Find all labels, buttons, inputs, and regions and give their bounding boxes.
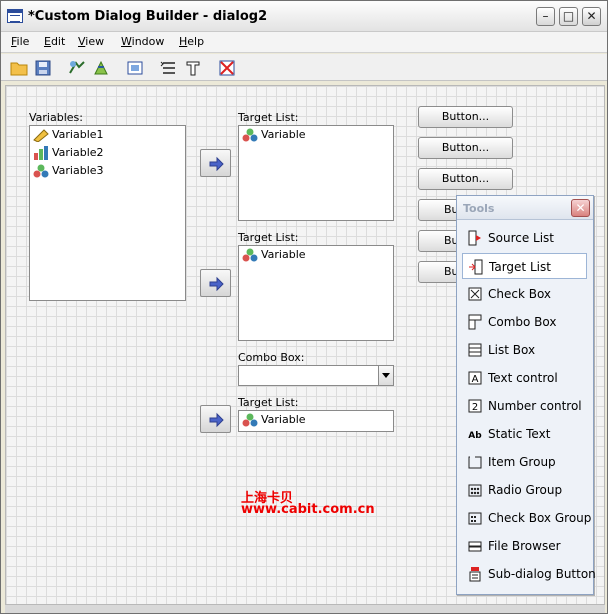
tool-check-box-group[interactable]: Check Box Group	[462, 505, 591, 531]
tool-source-list[interactable]: Source List	[462, 225, 587, 251]
menu-file[interactable]: File	[11, 35, 29, 48]
tool-text-control[interactable]: A Text control	[462, 365, 587, 391]
title-bar[interactable]: *Custom Dialog Builder - dialog2 – □ ✕	[1, 1, 607, 32]
tool-target-list[interactable]: Target List	[462, 253, 587, 279]
text-control-icon: A	[468, 371, 482, 385]
bar-icon	[34, 146, 48, 160]
push-button-1[interactable]: Button...	[418, 106, 513, 128]
menu-edit[interactable]: Edit	[44, 35, 65, 48]
tool-icon[interactable]	[184, 59, 202, 77]
variables-label: Variables:	[29, 111, 83, 124]
tools-palette: Tools ✕ Source List Target List Check Bo…	[456, 195, 596, 595]
tool-radio-group[interactable]: Radio Group	[462, 477, 587, 503]
target-list-3-label: Target List:	[238, 396, 299, 409]
move-to-target-1-button[interactable]	[200, 149, 231, 177]
push-button-3[interactable]: Button...	[418, 168, 513, 190]
nominal-icon	[242, 128, 258, 142]
menu-help[interactable]: Help	[179, 35, 204, 48]
app-icon	[7, 9, 23, 23]
static-text-icon: Ab	[468, 431, 482, 441]
variables-list[interactable]: Variable1 Variable2 Variable3	[29, 125, 186, 301]
close-dialog-icon[interactable]	[218, 59, 236, 77]
tools-header[interactable]: Tools ✕	[457, 196, 593, 220]
toolbar	[1, 54, 607, 81]
close-icon[interactable]: ✕	[571, 199, 590, 217]
open-folder-icon[interactable]	[10, 59, 28, 77]
number-control-icon: 2	[468, 399, 482, 413]
tool-list-box[interactable]: List Box	[462, 337, 587, 363]
preview-icon[interactable]	[68, 59, 86, 77]
list-item[interactable]: Variable3	[30, 162, 185, 180]
save-icon[interactable]	[34, 59, 52, 77]
target-list-2[interactable]: Variable	[238, 245, 394, 341]
right-arrow-icon	[209, 156, 224, 172]
properties-icon[interactable]	[126, 59, 144, 77]
status-bar	[5, 605, 605, 613]
minimize-button[interactable]: –	[536, 7, 555, 26]
sub-dialog-button-icon	[469, 567, 481, 582]
target-list-1[interactable]: Variable	[238, 125, 394, 221]
file-browser-icon	[468, 541, 482, 552]
check-box-icon	[468, 287, 482, 301]
list-item[interactable]: Variable2	[30, 144, 185, 162]
close-button[interactable]: ✕	[582, 7, 601, 26]
menu-window[interactable]: Window	[121, 35, 164, 48]
combo-box-label: Combo Box:	[238, 351, 305, 364]
combo-box[interactable]	[238, 365, 394, 386]
move-to-target-3-button[interactable]	[200, 405, 231, 433]
tool-sub-dialog-button[interactable]: Sub-dialog Button	[462, 561, 596, 587]
maximize-button[interactable]: □	[559, 7, 578, 26]
tools-title: Tools	[463, 202, 495, 215]
nominal-icon	[242, 248, 258, 262]
list-box-icon	[468, 343, 482, 357]
move-to-target-2-button[interactable]	[200, 269, 231, 297]
tool-check-box[interactable]: Check Box	[462, 281, 587, 307]
tool-file-browser[interactable]: File Browser	[462, 533, 587, 559]
list-item[interactable]: Variable1	[30, 126, 185, 144]
nominal-icon	[242, 413, 258, 427]
ruler-icon	[33, 129, 49, 142]
chevron-down-icon[interactable]	[378, 366, 393, 385]
item-group-icon	[468, 455, 482, 469]
check-box-group-icon	[468, 512, 482, 525]
tool-item-group[interactable]: Item Group	[462, 449, 587, 475]
svg-text:Ab: Ab	[468, 431, 482, 441]
target-list-3[interactable]: Variable	[238, 410, 394, 432]
menu-view[interactable]: View	[78, 35, 104, 48]
source-list-icon	[468, 230, 481, 246]
combo-box-icon	[468, 314, 482, 330]
tab-order-icon[interactable]	[160, 59, 178, 77]
list-item[interactable]: Variable	[239, 246, 393, 264]
push-button-2[interactable]: Button...	[418, 137, 513, 159]
watermark-url: www.cabit.com.cn	[241, 502, 375, 517]
radio-group-icon	[468, 484, 482, 497]
right-arrow-icon	[209, 412, 224, 428]
svg-text:A: A	[472, 374, 479, 385]
target-list-2-label: Target List:	[238, 231, 299, 244]
tool-combo-box[interactable]: Combo Box	[462, 309, 587, 335]
menu-bar: File Edit View Window Help	[1, 32, 607, 53]
tool-number-control[interactable]: 2 Number control	[462, 393, 587, 419]
nominal-icon	[33, 164, 49, 178]
list-item[interactable]: Variable	[239, 126, 393, 144]
list-item[interactable]: Variable	[239, 411, 393, 429]
svg-text:2: 2	[472, 402, 478, 413]
custom-dialog-builder-window: *Custom Dialog Builder - dialog2 – □ ✕ F…	[0, 0, 608, 614]
right-arrow-icon	[209, 276, 224, 292]
target-list-1-label: Target List:	[238, 111, 299, 124]
target-list-icon	[469, 259, 483, 275]
tool-static-text[interactable]: Ab Static Text	[462, 421, 587, 447]
install-icon[interactable]	[92, 59, 110, 77]
window-title: *Custom Dialog Builder - dialog2	[28, 9, 268, 24]
